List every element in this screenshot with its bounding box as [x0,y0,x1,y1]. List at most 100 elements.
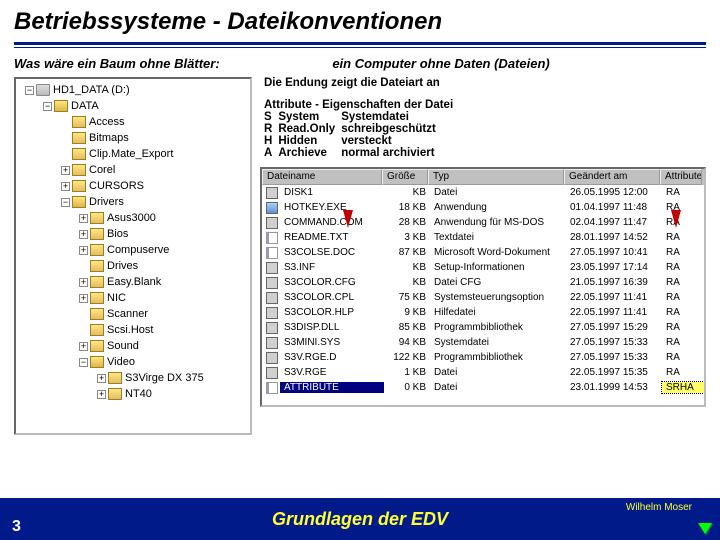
attr-cell: S [264,111,278,123]
file-row[interactable]: HOTKEY.EXE18 KBAnwendung01.04.1997 11:48… [262,200,704,215]
tree-label: Compuserve [107,242,169,258]
tree-item[interactable]: + NT40 [19,386,247,402]
file-date: 22.05.1997 11:41 [566,292,662,303]
col-type[interactable]: Typ [428,169,564,185]
arrow-attr-icon [671,210,681,228]
folder-icon [54,100,68,112]
file-row[interactable]: S3V.RGE.D122 KBProgrammbibliothek27.05.1… [262,350,704,365]
file-row[interactable]: S3.INFKBSetup-Informationen23.05.1997 17… [262,260,704,275]
file-date: 27.05.1997 15:29 [566,322,662,333]
footer: 3 Grundlagen der EDV Wilhelm Moser [0,498,720,540]
folder-icon [90,260,104,272]
col-name[interactable]: Dateiname [262,169,382,185]
col-attr[interactable]: Attribute [660,169,702,185]
file-attr: RA [662,262,704,273]
tree-item[interactable]: +NIC [19,290,247,306]
file-name: S3MINI.SYS [280,337,384,348]
collapse-icon[interactable]: − [43,102,52,111]
tree-label: HD1_DATA (D:) [53,82,130,98]
tree-item[interactable]: Scanner [19,306,247,322]
file-icon [266,232,278,244]
description-block: Die Endung zeigt die Dateiart an Attribu… [260,77,706,159]
expand-icon[interactable]: + [79,294,88,303]
tree-item[interactable]: Clip.Mate_Export [19,146,247,162]
expand-icon[interactable]: + [79,230,88,239]
collapse-icon[interactable]: − [79,358,88,367]
tree-label: Bios [107,226,128,242]
file-name: S3DISP.DLL [280,322,384,333]
file-attr: RA [662,232,704,243]
folder-icon [72,116,86,128]
file-size: 122 KB [384,352,430,363]
file-date: 02.04.1997 11:47 [566,217,662,228]
folder-icon [90,356,104,368]
tree-item[interactable]: +Easy.Blank [19,274,247,290]
file-row[interactable]: S3DISP.DLL85 KBProgrammbibliothek27.05.1… [262,320,704,335]
expand-icon[interactable]: + [79,342,88,351]
file-row[interactable]: ATTRIBUTE0 KBDatei23.01.1999 14:53SRHA [262,380,704,395]
file-size: KB [384,262,430,273]
tree-label: Corel [89,162,115,178]
tree-item[interactable]: − HD1_DATA (D:) [19,82,247,98]
tree-item[interactable]: Scsi.Host [19,322,247,338]
file-type: Datei [430,382,566,393]
tree-item[interactable]: Access [19,114,247,130]
tree-item[interactable]: Bitmaps [19,130,247,146]
file-icon [266,292,278,304]
expand-icon[interactable]: + [79,278,88,287]
file-icon [266,247,278,259]
tree-item[interactable]: + Bios [19,226,247,242]
collapse-icon[interactable]: − [25,86,34,95]
expand-icon[interactable]: + [79,214,88,223]
folder-tree[interactable]: −HD1_DATA (D:)−DATAAccessBitmapsClip.Mat… [14,77,252,435]
file-row[interactable]: S3COLSE.DOC87 KBMicrosoft Word-Dokument2… [262,245,704,260]
tree-item[interactable]: −Drivers [19,194,247,210]
expand-icon[interactable]: + [79,246,88,255]
next-icon[interactable] [698,523,712,534]
file-attr: RA [662,277,704,288]
file-row[interactable]: S3V.RGE1 KBDatei22.05.1997 15:35RA [262,365,704,380]
tree-item[interactable]: Drives [19,258,247,274]
file-name: COMMAND.COM [280,217,384,228]
tree-item[interactable]: + Compuserve [19,242,247,258]
file-row[interactable]: S3MINI.SYS94 KBSystemdatei27.05.1997 15:… [262,335,704,350]
file-row[interactable]: DISK1KBDatei26.05.1995 12:00RA [262,185,704,200]
tree-label: DATA [71,98,99,114]
attr-cell: Archieve [278,147,341,159]
file-attr: RA [662,322,704,333]
expand-icon[interactable]: + [97,390,106,399]
tree-item[interactable]: +Sound [19,338,247,354]
col-size[interactable]: Größe [382,169,428,185]
folder-icon [90,244,104,256]
folder-icon [90,292,104,304]
tree-item[interactable]: +CURSORS [19,178,247,194]
file-header[interactable]: Dateiname Größe Typ Geändert am Attribut… [262,169,704,185]
file-row[interactable]: S3COLOR.CPL75 KBSystemsteuerungsoption22… [262,290,704,305]
tree-item[interactable]: −Video [19,354,247,370]
tree-item[interactable]: − DATA [19,98,247,114]
tree-item[interactable]: +Asus3000 [19,210,247,226]
tree-item[interactable]: + Corel [19,162,247,178]
file-list[interactable]: Dateiname Größe Typ Geändert am Attribut… [260,167,706,407]
file-type: Anwendung [430,202,566,213]
col-date[interactable]: Geändert am [564,169,660,185]
file-row[interactable]: COMMAND.COM28 KBAnwendung für MS-DOS02.0… [262,215,704,230]
file-row[interactable]: README.TXT3 KBTextdatei28.01.1997 14:52R… [262,230,704,245]
tree-label: Scanner [107,306,148,322]
file-icon [266,202,278,214]
file-type: Programmbibliothek [430,322,566,333]
file-row[interactable]: S3COLOR.CFGKBDatei CFG21.05.1997 16:39RA [262,275,704,290]
tree-label: NT40 [125,386,152,402]
file-row[interactable]: S3COLOR.HLP9 KBHilfedatei22.05.1997 11:4… [262,305,704,320]
expand-icon[interactable]: + [61,166,70,175]
expand-icon[interactable]: + [97,374,106,383]
folder-icon [90,212,104,224]
expand-icon[interactable]: + [61,182,70,191]
file-type: Hilfedatei [430,307,566,318]
file-date: 27.05.1997 10:41 [566,247,662,258]
tree-item[interactable]: +S3Virge DX 375 [19,370,247,386]
file-date: 28.01.1997 14:52 [566,232,662,243]
collapse-icon[interactable]: − [61,198,70,207]
attr-cell: H [264,135,278,147]
folder-icon [108,372,122,384]
